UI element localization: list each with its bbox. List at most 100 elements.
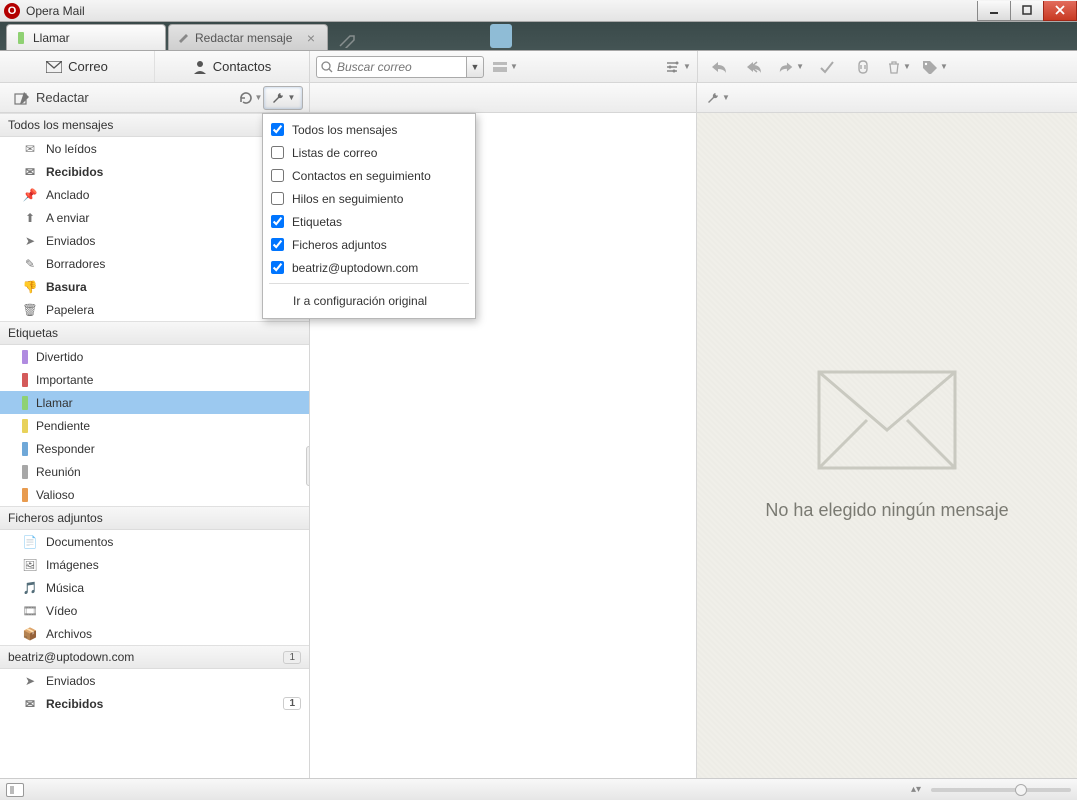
new-tab-button[interactable] xyxy=(336,32,358,50)
view-mode-button[interactable]: ▼ xyxy=(492,56,518,78)
minimize-button[interactable] xyxy=(977,1,1011,21)
panel-toggle-button[interactable] xyxy=(6,783,24,797)
settings-button[interactable]: ▼ xyxy=(665,56,691,78)
tag-color-icon xyxy=(22,488,28,502)
pane-wrench-button[interactable]: ▼ xyxy=(705,87,731,109)
attach-images[interactable]: 🖼Imágenes xyxy=(0,553,309,576)
search-dropdown-button[interactable]: ▼ xyxy=(466,56,484,78)
zoom-slider[interactable] xyxy=(931,788,1071,792)
mail-button[interactable]: Correo xyxy=(0,51,154,82)
zoom-thumb[interactable] xyxy=(1015,784,1027,796)
person-icon xyxy=(193,60,207,74)
attach-documents[interactable]: 📄Documentos xyxy=(0,530,309,553)
tab-label: Redactar mensaje xyxy=(195,31,292,45)
tag-color-icon xyxy=(22,442,28,456)
tag-button[interactable]: ▼ xyxy=(922,56,948,78)
reading-pane: No ha elegido ningún mensaje xyxy=(697,113,1077,778)
tag-reunion[interactable]: Reunión xyxy=(0,460,309,483)
tag-responder[interactable]: Responder xyxy=(0,437,309,460)
opera-icon: O xyxy=(4,3,20,19)
checkbox[interactable] xyxy=(271,215,284,228)
app-title: Opera Mail xyxy=(26,4,85,18)
attach-archives[interactable]: 📦Archivos xyxy=(0,622,309,645)
checkbox[interactable] xyxy=(271,238,284,251)
checkbox[interactable] xyxy=(271,192,284,205)
section-tags[interactable]: Etiquetas xyxy=(0,321,309,345)
dd-tags[interactable]: Etiquetas xyxy=(263,210,475,233)
dd-attachments[interactable]: Ficheros adjuntos xyxy=(263,233,475,256)
image-icon: 🖼 xyxy=(22,558,38,572)
account-sent[interactable]: ➤Enviados xyxy=(0,669,309,692)
compose-label: Redactar xyxy=(36,90,89,105)
collapse-icon[interactable]: ▴▾ xyxy=(911,784,921,795)
trash-icon: 🗑 xyxy=(22,303,38,317)
tab-label: Llamar xyxy=(33,31,70,45)
mark-read-button[interactable] xyxy=(814,56,840,78)
tag-icon xyxy=(15,31,27,45)
outbox-icon: ⬆ xyxy=(22,211,38,225)
tab-llamar[interactable]: Llamar xyxy=(6,24,166,50)
tag-llamar[interactable]: Llamar xyxy=(0,391,309,414)
checkbox[interactable] xyxy=(271,169,284,182)
search-field[interactable] xyxy=(337,60,462,74)
maximize-button[interactable] xyxy=(1010,1,1044,21)
tab-close-icon[interactable]: × xyxy=(297,30,315,46)
contacts-label: Contactos xyxy=(213,59,272,74)
tag-color-icon xyxy=(22,373,28,387)
sent-icon: ➤ xyxy=(22,674,38,688)
mail-label: Correo xyxy=(68,59,108,74)
dd-followed-contacts[interactable]: Contactos en seguimiento xyxy=(263,164,475,187)
envelope-placeholder-icon xyxy=(817,370,957,470)
draft-icon: ✎ xyxy=(22,257,38,271)
checkbox[interactable] xyxy=(271,123,284,136)
junk-icon: 👎 xyxy=(22,280,38,294)
tag-color-icon xyxy=(22,350,28,364)
section-attachments[interactable]: Ficheros adjuntos xyxy=(0,506,309,530)
tag-valioso[interactable]: Valioso xyxy=(0,483,309,506)
tag-color-icon xyxy=(22,419,28,433)
compose-icon xyxy=(14,91,30,105)
top-toolbar: Correo Contactos ▼ ▼ xyxy=(0,51,1077,83)
music-icon: 🎵 xyxy=(22,581,38,595)
attach-music[interactable]: 🎵Música xyxy=(0,576,309,599)
wrench-dropdown-menu: Todos los mensajes Listas de correo Cont… xyxy=(262,113,476,319)
account-count: 1 xyxy=(283,651,301,664)
status-bar: ▴▾ xyxy=(0,778,1077,800)
inbox-count: 1 xyxy=(283,697,301,710)
archive-icon: 📦 xyxy=(22,627,38,641)
message-list: Todos los mensajes Listas de correo Cont… xyxy=(310,113,697,778)
checkbox[interactable] xyxy=(271,261,284,274)
section-account[interactable]: beatriz@uptodown.com1 xyxy=(0,645,309,669)
forward-button[interactable]: ▼ xyxy=(778,56,804,78)
account-inbox[interactable]: ✉Recibidos1 xyxy=(0,692,309,715)
close-button[interactable] xyxy=(1043,1,1077,21)
refresh-button[interactable]: ▼ xyxy=(237,87,263,109)
reply-button[interactable] xyxy=(706,56,732,78)
junk-button[interactable] xyxy=(850,56,876,78)
video-icon: 🎞 xyxy=(22,604,38,618)
delete-button[interactable]: ▼ xyxy=(886,56,912,78)
dd-reset[interactable]: Ir a configuración original xyxy=(263,288,475,314)
dd-account[interactable]: beatriz@uptodown.com xyxy=(263,256,475,279)
dd-all-messages[interactable]: Todos los mensajes xyxy=(263,118,475,141)
dd-mailing-lists[interactable]: Listas de correo xyxy=(263,141,475,164)
dd-followed-threads[interactable]: Hilos en seguimiento xyxy=(263,187,475,210)
envelope-icon: ✉ xyxy=(22,142,38,156)
sent-icon: ➤ xyxy=(22,234,38,248)
wrench-dropdown-button[interactable]: ▼ xyxy=(263,86,303,110)
tag-divertido[interactable]: Divertido xyxy=(0,345,309,368)
search-input[interactable] xyxy=(316,56,466,78)
reply-all-button[interactable] xyxy=(742,56,768,78)
compose-button[interactable]: Redactar xyxy=(6,87,97,108)
inbox-icon: ✉ xyxy=(22,697,38,711)
pencil-icon xyxy=(177,31,189,45)
checkbox[interactable] xyxy=(271,146,284,159)
attach-video[interactable]: 🎞Vídeo xyxy=(0,599,309,622)
titlebar: O Opera Mail xyxy=(0,0,1077,22)
contacts-button[interactable]: Contactos xyxy=(154,51,309,82)
tag-pendiente[interactable]: Pendiente xyxy=(0,414,309,437)
document-icon: 📄 xyxy=(22,535,38,549)
tab-redactar[interactable]: Redactar mensaje × xyxy=(168,24,328,50)
tag-importante[interactable]: Importante xyxy=(0,368,309,391)
inbox-icon: ✉ xyxy=(22,165,38,179)
